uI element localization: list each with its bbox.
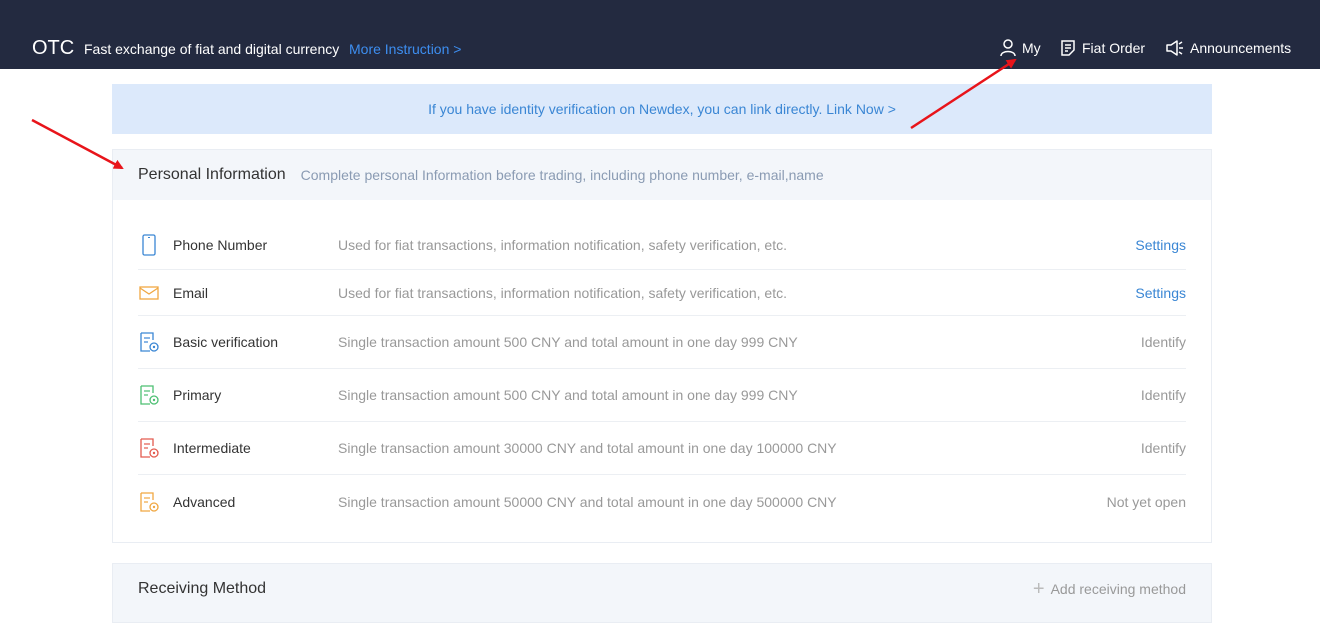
nav-announcements-label: Announcements [1190,40,1292,56]
id-card-icon [138,330,160,354]
plus-icon: + [1032,578,1045,600]
header-tagline: Fast exchange of fiat and digital curren… [84,41,340,57]
advanced-status: Not yet open [1106,493,1186,510]
otc-logo[interactable]: OTC [32,37,74,60]
link-now-link[interactable]: If you have identity verification on New… [428,101,896,117]
row-label: Email [173,284,209,301]
add-receiving-method-label: Add receiving method [1050,581,1186,597]
nav-my[interactable]: My [1000,38,1041,58]
row-label: Basic verification [173,334,279,350]
order-icon [1061,40,1075,56]
row-intermediate: Intermediate Single transaction amount 3… [138,422,1186,475]
annotation-arrow [31,118,124,170]
email-settings-link[interactable]: Settings [1135,285,1186,301]
receiving-method-card: Receiving Method + Add receiving method [112,563,1212,623]
row-label: Phone Number [173,236,268,253]
top-header: OTC Fast exchange of fiat and digital cu… [0,0,1320,69]
nav-fiat-order[interactable]: Fiat Order [1060,38,1145,58]
personal-information-subtitle: Complete personal Information before tra… [300,167,824,183]
row-description: Single transaction amount 500 CNY and to… [338,334,798,350]
id-card-icon [138,383,160,407]
phone-settings-link[interactable]: Settings [1135,237,1186,253]
row-label: Advanced [173,493,236,510]
row-description: Used for fiat transactions, information … [338,236,787,253]
row-description: Single transaction amount 30000 CNY and … [338,440,837,456]
id-card-icon [138,490,160,514]
row-primary: Primary Single transaction amount 500 CN… [138,369,1186,422]
row-description: Used for fiat transactions, information … [338,284,787,301]
personal-information-card: Personal Information Complete personal I… [112,149,1212,543]
nav-my-label: My [1022,40,1041,56]
speaker-icon [1166,40,1183,56]
mail-icon [138,281,160,305]
more-instruction-link[interactable]: More Instruction > [349,41,461,57]
row-description: Single transaction amount 50000 CNY and … [338,493,837,510]
row-basic-verification: Basic verification Single transaction am… [138,316,1186,369]
receiving-method-title: Receiving Method [138,580,267,597]
nav-announcements[interactable]: Announcements [1166,38,1291,58]
primary-identify-button[interactable]: Identify [1141,387,1186,403]
row-phone-number: Phone Number Used for fiat transactions,… [138,220,1186,270]
row-label: Intermediate [173,440,251,456]
user-icon [1000,39,1016,57]
phone-icon [138,233,160,257]
row-advanced: Advanced Single transaction amount 50000… [138,475,1186,528]
intermediate-identify-button[interactable]: Identify [1141,440,1186,456]
add-receiving-method-button[interactable]: + Add receiving method [1032,578,1186,600]
id-card-icon [138,436,160,460]
row-email: Email Used for fiat transactions, inform… [138,270,1186,316]
basic-identify-button[interactable]: Identify [1141,334,1186,350]
row-label: Primary [173,387,222,403]
row-description: Single transaction amount 500 CNY and to… [338,387,798,403]
identity-link-banner: If you have identity verification on New… [112,84,1212,134]
personal-information-header: Personal Information Complete personal I… [113,150,1211,200]
personal-information-title: Personal Information [138,166,286,183]
nav-fiat-order-label: Fiat Order [1082,40,1146,56]
